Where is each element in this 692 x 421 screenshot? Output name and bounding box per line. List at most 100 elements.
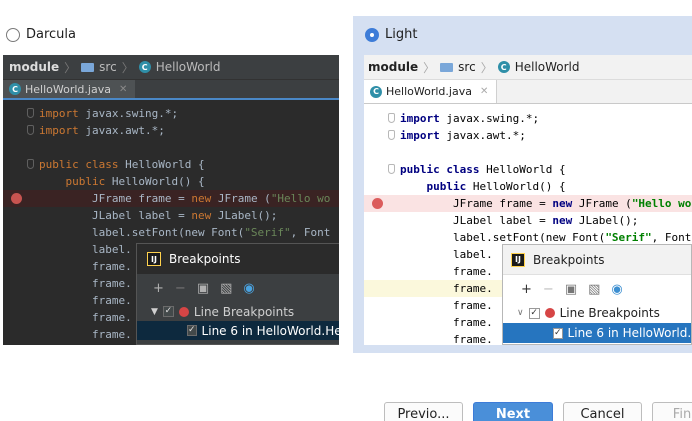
code-token: label.setFont(new Font( <box>400 231 606 244</box>
code-line: public HelloWorld() { <box>3 173 339 190</box>
code-token: import <box>400 112 440 125</box>
darcula-radio[interactable] <box>6 27 20 42</box>
crumb-module: module <box>9 60 60 74</box>
code-token: public class <box>400 163 480 176</box>
crumb-class: HelloWorld <box>514 60 580 74</box>
code-token: frame. <box>400 265 493 278</box>
code-token: JFrame frame = <box>39 192 192 205</box>
code-line: JLabel label = new JLabel(); <box>3 207 339 224</box>
code-token: import <box>39 124 79 137</box>
add-icon: + <box>521 281 532 297</box>
code-token: "Hello wo <box>270 192 331 205</box>
code-token: javax.swing.*; <box>439 112 540 125</box>
breakpoint-icon <box>178 306 189 317</box>
item-checkbox: ✓ <box>553 327 563 339</box>
code-token: frame. <box>400 282 493 295</box>
dialog-title: Breakpoints <box>533 252 605 267</box>
crumb-class: HelloWorld <box>155 60 221 74</box>
class-icon: C <box>370 85 382 98</box>
filter-icon: ▧ <box>220 280 233 296</box>
dialog-title-bar: IJ Breakpoints <box>503 245 691 275</box>
breakpoint-item: ✓ Line 6 in HelloWorld.Hello <box>137 321 339 340</box>
breakpoint-icon[interactable] <box>372 198 383 209</box>
fold-icon[interactable] <box>27 125 34 135</box>
code-token: JFrame frame = <box>400 197 553 210</box>
code-line: import javax.awt.*; <box>364 127 692 144</box>
light-label: Light <box>385 27 418 42</box>
code-token: "Serif" <box>605 231 652 244</box>
code-line: public HelloWorld() { <box>364 178 692 195</box>
code-line: JFrame frame = new JFrame ("Hello wo <box>364 195 692 212</box>
fold-icon[interactable] <box>388 164 395 174</box>
group-checkbox: ✓ <box>528 307 540 319</box>
code-line: label.setFont(new Font("Serif", Font <box>3 224 339 241</box>
code-line: public class HelloWorld { <box>364 161 692 178</box>
group-checkbox: ✓ <box>162 306 174 317</box>
code-token: HelloWorld() { <box>466 180 566 193</box>
code-token: javax.swing.*; <box>78 107 179 120</box>
code-token: , Font <box>290 226 331 239</box>
intellij-icon: IJ <box>511 252 525 267</box>
code-token: new <box>552 197 573 210</box>
fold-icon[interactable] <box>388 113 395 123</box>
code-line: import javax.swing.*; <box>3 105 339 122</box>
code-token: HelloWorld { <box>118 158 205 171</box>
light-radio[interactable] <box>365 27 379 42</box>
dialog-title: Breakpoints <box>169 252 241 266</box>
light-option-panel[interactable]: Light module 〉 src 〉 C HelloWorld C Hell… <box>353 16 692 353</box>
class-icon: C <box>138 61 151 73</box>
tab-label: HelloWorld.java <box>25 82 111 96</box>
breadcrumb: module 〉 src 〉 C HelloWorld <box>3 55 339 80</box>
remove-icon: − <box>174 280 186 296</box>
code-token: JLabel label = <box>400 214 553 227</box>
code-token: new <box>191 192 212 205</box>
code-token: import <box>400 129 440 142</box>
breakpoint-icon[interactable] <box>11 193 22 204</box>
fold-icon[interactable] <box>388 130 395 140</box>
breakpoint-item: ✓ Line 6 in HelloWorld.Hello <box>503 323 692 343</box>
code-token: label.setFont(new Font( <box>39 226 245 239</box>
remove-icon: − <box>542 281 554 297</box>
view-icon: ◉ <box>243 280 255 296</box>
light-option[interactable]: Light <box>365 27 417 42</box>
cancel-button[interactable]: Cancel <box>563 402 642 421</box>
code-token: label. <box>400 248 493 261</box>
code-token: JLabel label = <box>39 209 192 222</box>
dialog-title-bar: IJ Breakpoints <box>137 244 339 274</box>
crumb-module: module <box>368 60 419 74</box>
code-token: new <box>191 209 212 222</box>
code-token: frame. <box>39 294 132 307</box>
next-button[interactable]: Next <box>473 402 553 421</box>
finish-button[interactable]: Fin <box>652 402 692 421</box>
code-token: frame. <box>400 316 493 329</box>
folder-icon <box>81 62 95 72</box>
line-breakpoints-group: ∨ ✓ Line Breakpoints <box>503 303 691 323</box>
dialog-toolbar: + − ▣ ▧ ◉ <box>137 274 339 302</box>
editor-tabbar: C HelloWorld.java ✕ <box>3 80 339 100</box>
darcula-option[interactable]: Darcula <box>6 27 76 42</box>
item-checkbox: ✓ <box>187 325 197 336</box>
code-line: import javax.awt.*; <box>3 122 339 139</box>
code-token: frame. <box>400 299 493 312</box>
class-icon: C <box>497 61 510 73</box>
line-breakpoints-group: ▼ ✓ Line Breakpoints <box>137 302 339 321</box>
breakpoints-dialog: IJ Breakpoints + − ▣ ▧ ◉ ▼ ✓ Line Breakp… <box>136 243 339 345</box>
previous-button[interactable]: Previo... <box>384 402 463 421</box>
fold-icon[interactable] <box>27 159 34 169</box>
group-label: Line Breakpoints <box>193 304 295 319</box>
class-icon: C <box>9 83 21 95</box>
chevron-down-icon: ∨ <box>517 308 524 318</box>
item-label: Line 6 in HelloWorld.Hello <box>567 326 692 340</box>
fold-icon[interactable] <box>27 108 34 118</box>
code-token: label. <box>39 243 132 256</box>
crumb-src: src <box>99 60 117 74</box>
code-token: JFrame ( <box>572 197 632 210</box>
code-token: HelloWorld { <box>479 163 566 176</box>
view-icon: ◉ <box>611 281 623 297</box>
tab-label: HelloWorld.java <box>386 85 472 98</box>
close-icon: ✕ <box>479 86 489 97</box>
code-token: JLabel(); <box>211 209 278 222</box>
crumb-src: src <box>458 60 476 74</box>
